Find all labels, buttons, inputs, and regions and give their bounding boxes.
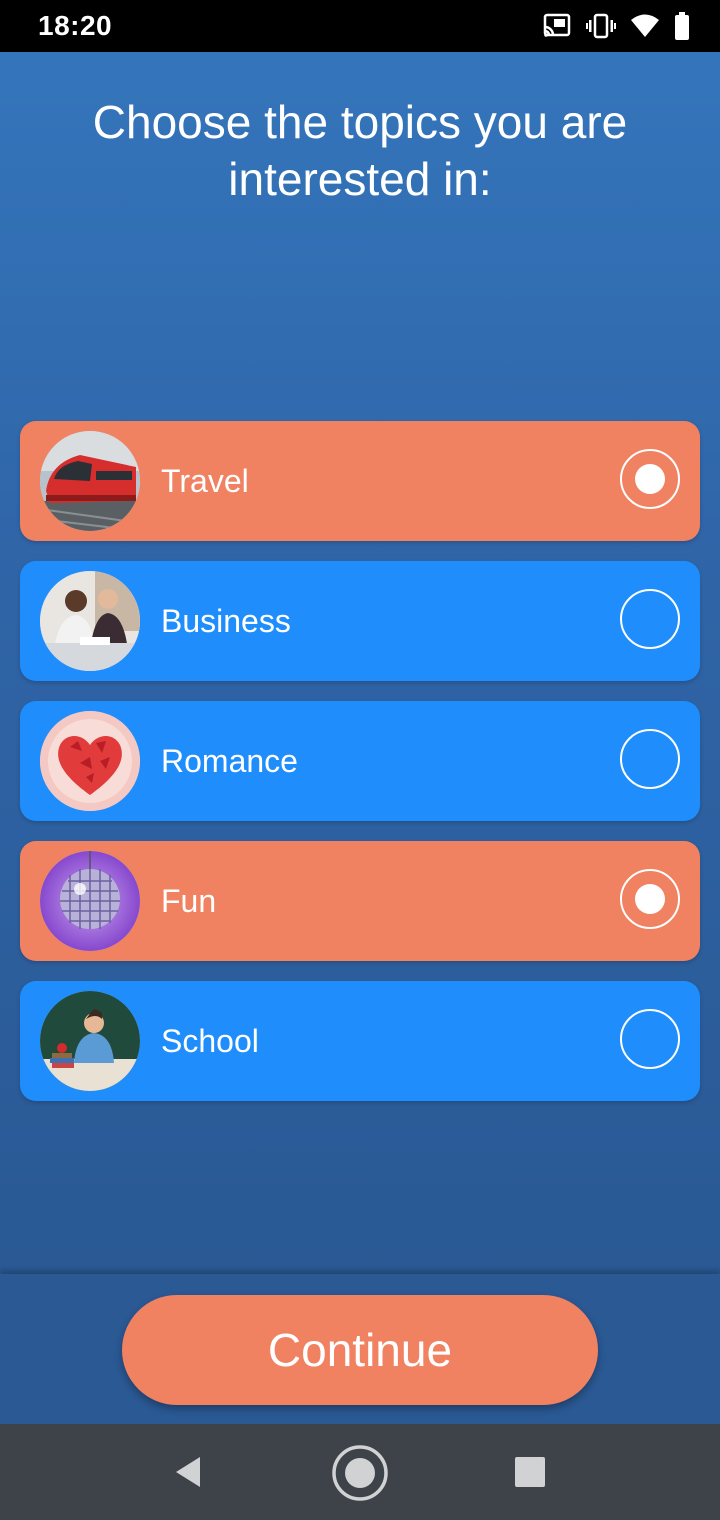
vibrate-icon xyxy=(586,13,616,39)
topic-radio-unchecked[interactable] xyxy=(620,729,680,789)
bottom-action-area: Continue xyxy=(0,1274,720,1424)
topic-thumbnail-school xyxy=(40,991,140,1091)
home-icon[interactable] xyxy=(329,1442,391,1504)
recents-icon[interactable] xyxy=(502,1444,558,1500)
topic-travel[interactable]: Travel xyxy=(20,421,700,541)
topic-business[interactable]: Business xyxy=(20,561,700,681)
topic-romance[interactable]: Romance xyxy=(20,701,700,821)
topic-list: Travel Business Romance Fun School xyxy=(20,421,700,1121)
topics-screen: Choose the topics you are interested in:… xyxy=(0,52,720,1274)
topic-thumbnail-business xyxy=(40,571,140,671)
back-icon[interactable] xyxy=(160,1444,216,1500)
topic-label: School xyxy=(161,1023,259,1059)
teacher-photo-icon xyxy=(40,991,140,1091)
continue-button[interactable]: Continue xyxy=(122,1295,598,1405)
topic-radio-checked[interactable] xyxy=(620,869,680,929)
topic-thumbnail-romance xyxy=(40,711,140,811)
status-time: 18:20 xyxy=(38,10,113,41)
topic-radio-unchecked[interactable] xyxy=(620,589,680,649)
train-photo-icon xyxy=(40,431,140,531)
topic-label: Travel xyxy=(161,463,249,499)
topic-label: Fun xyxy=(161,883,217,919)
business-meeting-photo-icon xyxy=(40,571,140,671)
status-icons xyxy=(542,10,690,42)
cast-icon xyxy=(542,13,572,39)
page-title: Choose the topics you are interested in: xyxy=(92,96,628,205)
disco-ball-photo-icon xyxy=(40,851,140,951)
wifi-icon xyxy=(630,13,660,39)
topic-label: Business xyxy=(161,603,291,639)
topic-school[interactable]: School xyxy=(20,981,700,1101)
topic-thumbnail-train xyxy=(40,431,140,531)
topic-radio-unchecked[interactable] xyxy=(620,1009,680,1069)
topic-radio-checked[interactable] xyxy=(620,449,680,509)
topic-label: Romance xyxy=(161,743,298,779)
topic-thumbnail-fun xyxy=(40,851,140,951)
battery-icon xyxy=(674,12,690,40)
status-bar: 18:20 xyxy=(0,0,720,52)
topic-fun[interactable]: Fun xyxy=(20,841,700,961)
heart-photo-icon xyxy=(40,711,140,811)
system-nav-bar xyxy=(0,1424,720,1520)
